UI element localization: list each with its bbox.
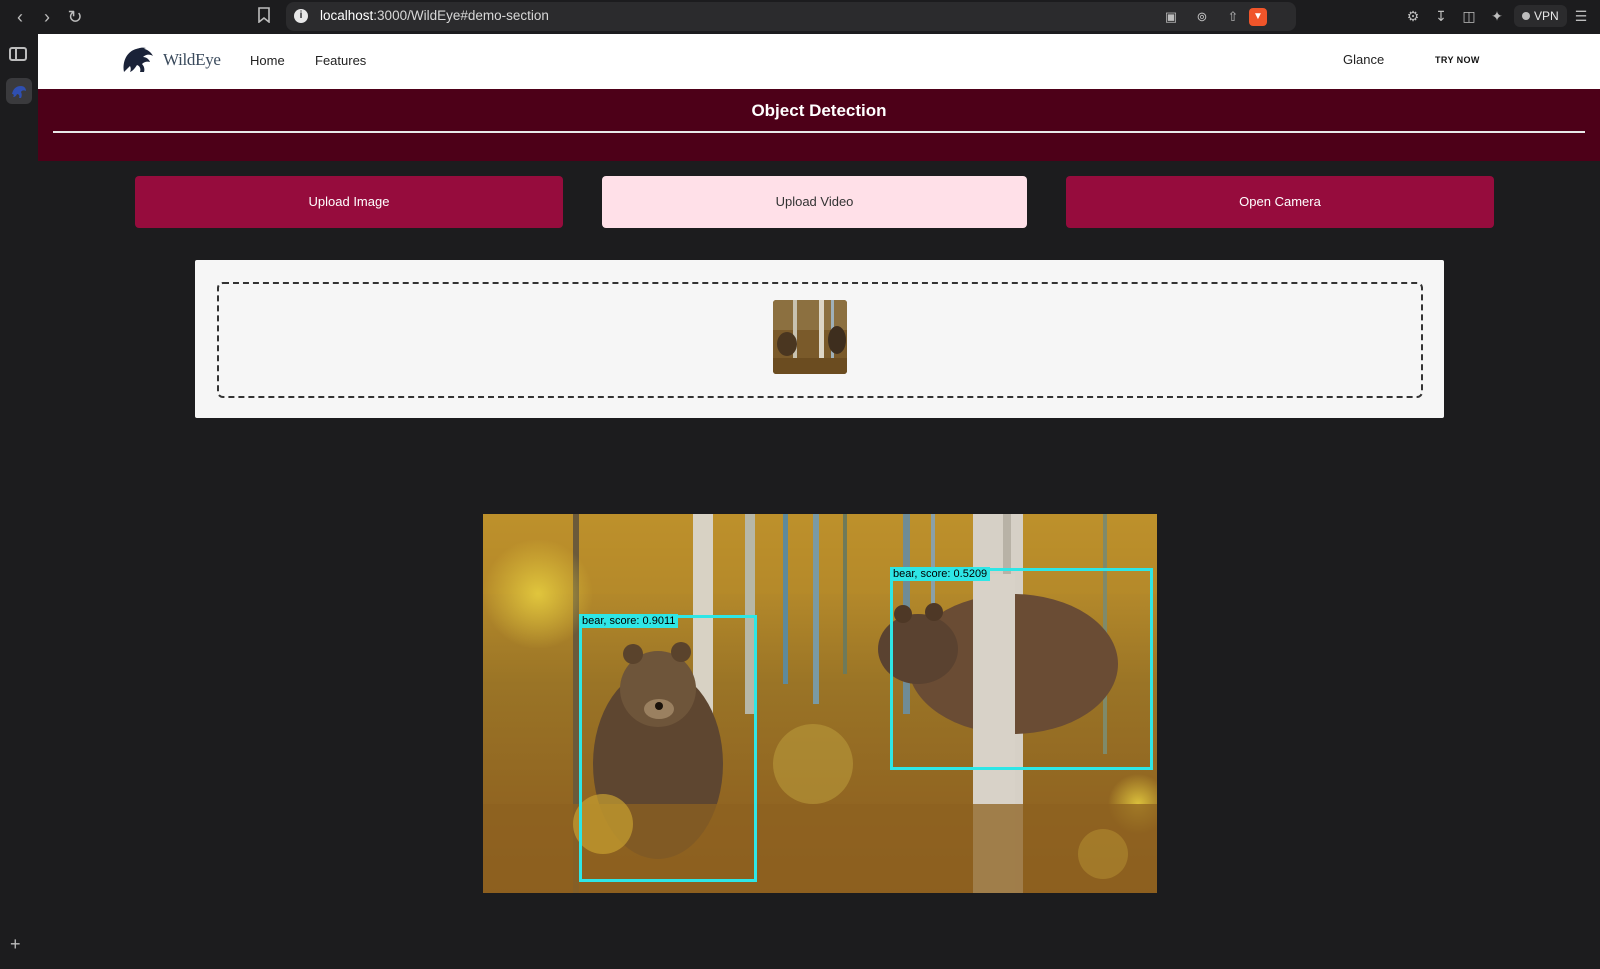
bear-bounding-box: [890, 568, 1153, 770]
browser-sidebar: +: [0, 34, 39, 969]
vpn-label: VPN: [1534, 9, 1559, 23]
zoom-icon[interactable]: ⊚: [1193, 8, 1211, 26]
cast-icon[interactable]: ▣: [1162, 8, 1180, 26]
side-panel-icon[interactable]: [9, 47, 27, 61]
file-dropzone[interactable]: [217, 282, 1423, 398]
sidebar-toggle-icon[interactable]: ◫: [1459, 6, 1479, 26]
divider: [53, 131, 1585, 133]
info-icon[interactable]: i: [294, 9, 308, 23]
upload-panel: [195, 260, 1444, 418]
detection-result-image: bear, score: 0.9011 bear, score: 0.5209: [483, 514, 1157, 893]
brave-shield-icon[interactable]: ▼: [1249, 8, 1267, 26]
back-icon[interactable]: ‹: [8, 5, 32, 29]
bear-bounding-box: [579, 615, 757, 882]
web-page: WildEye Home Features Glance TRY NOW Obj…: [38, 34, 1600, 969]
reload-icon[interactable]: ↻: [63, 5, 87, 29]
address-bar[interactable]: i localhost:3000/WildEye#demo-section ▣ …: [286, 2, 1296, 31]
url-path: :3000/WildEye#demo-section: [373, 8, 549, 23]
url-text[interactable]: localhost:3000/WildEye#demo-section: [320, 8, 549, 23]
try-now-button[interactable]: TRY NOW: [1435, 55, 1480, 65]
browser-toolbar: ‹ › ↻ i localhost:3000/WildEye#demo-sect…: [0, 0, 1600, 34]
add-icon[interactable]: +: [10, 934, 21, 955]
section-title: Object Detection: [751, 101, 887, 120]
upload-video-button[interactable]: Upload Video: [602, 176, 1027, 228]
site-navbar: WildEye Home Features Glance TRY NOW: [38, 34, 1600, 89]
url-host: localhost: [320, 8, 374, 23]
share-icon[interactable]: ⇧: [1224, 8, 1242, 26]
nav-home-link[interactable]: Home: [250, 53, 285, 68]
nav-features-link[interactable]: Features: [315, 53, 366, 68]
bear-detection-label: bear, score: 0.5209: [890, 567, 991, 581]
open-camera-button[interactable]: Open Camera: [1066, 176, 1494, 228]
extensions-icon[interactable]: ⚙: [1403, 6, 1423, 26]
brand-name[interactable]: WildEye: [163, 50, 221, 70]
wildeye-favicon[interactable]: [6, 78, 32, 104]
forward-icon[interactable]: ›: [35, 5, 59, 29]
wildeye-logo-icon[interactable]: [120, 42, 160, 80]
leo-ai-icon[interactable]: ✦: [1487, 6, 1507, 26]
download-icon[interactable]: ↧: [1431, 6, 1451, 26]
nav-glance-link[interactable]: Glance: [1343, 52, 1384, 67]
section-banner: Object Detection: [38, 89, 1600, 161]
bear-detection-label: bear, score: 0.9011: [579, 614, 679, 628]
vpn-button[interactable]: VPN: [1514, 5, 1567, 27]
upload-image-button[interactable]: Upload Image: [135, 176, 563, 228]
menu-icon[interactable]: ☰: [1571, 6, 1591, 26]
vpn-icon: [1522, 12, 1530, 20]
uploaded-image-thumbnail[interactable]: [773, 300, 847, 374]
bookmark-icon[interactable]: [252, 5, 276, 29]
